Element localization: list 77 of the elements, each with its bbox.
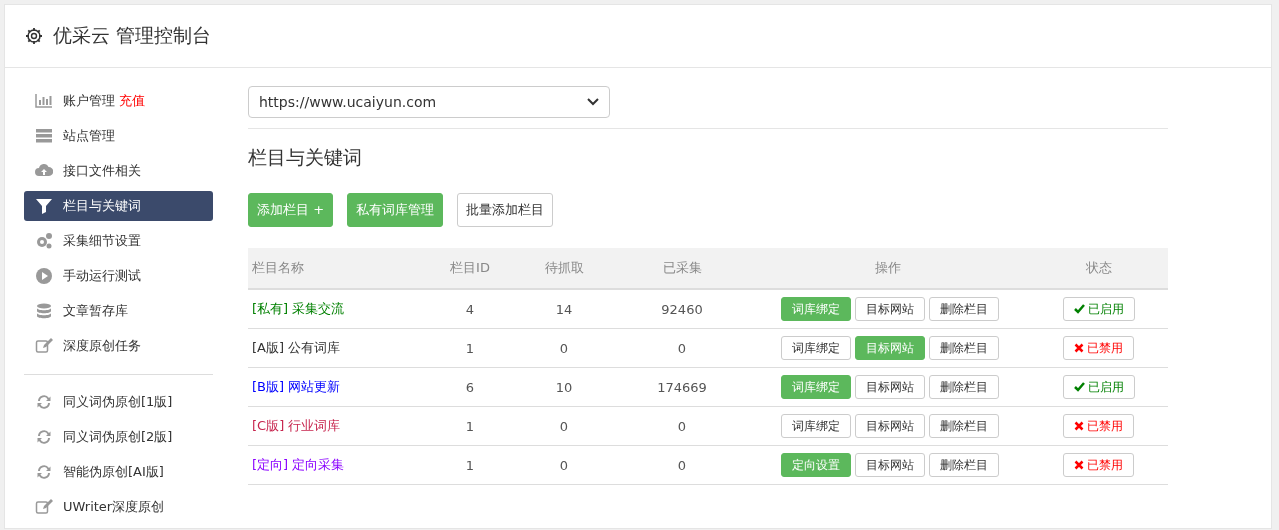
server-icon <box>35 127 53 145</box>
refresh-icon <box>35 463 53 481</box>
table-cell: 10 <box>511 367 617 407</box>
check-icon <box>1073 304 1085 314</box>
table-cell: [私有] 采集交流 <box>248 289 429 329</box>
refresh-icon <box>35 428 53 446</box>
filter-icon <box>35 197 53 215</box>
table-cell: [定向] 定向采集 <box>248 445 429 485</box>
chevron-down-icon <box>587 98 599 106</box>
table-cell: 174669 <box>617 367 747 407</box>
table-cell: 0 <box>617 445 747 485</box>
column-header: 状态 <box>1029 248 1168 289</box>
column-header: 已采集 <box>617 248 747 289</box>
table-cell: 0 <box>511 406 617 446</box>
table-cell: 1 <box>429 406 511 446</box>
column-header: 栏目ID <box>429 248 511 289</box>
table-cell: 6 <box>429 367 511 407</box>
refresh-icon <box>35 393 53 411</box>
status-button[interactable]: 已启用 <box>1062 375 1135 399</box>
sidebar-item[interactable]: UWriter深度原创 <box>24 492 213 522</box>
sidebar-item[interactable]: 深度原创任务 <box>24 331 213 361</box>
column-header: 栏目名称 <box>248 248 429 289</box>
sidebar-item[interactable]: 站点管理 <box>24 121 213 151</box>
sidebar-item[interactable]: 同义词伪原创[2版] <box>24 422 213 452</box>
column-header: 待抓取 <box>511 248 617 289</box>
database-icon <box>35 302 53 320</box>
cross-icon <box>1074 343 1084 353</box>
sidebar-item[interactable]: 智能伪原创[AI版] <box>24 457 213 487</box>
gears-icon <box>35 232 53 250</box>
action-button[interactable]: 删除栏目 <box>929 336 999 360</box>
table-cell: 4 <box>429 289 511 329</box>
table-cell: 0 <box>617 406 747 446</box>
edit-icon <box>35 337 53 355</box>
status-button[interactable]: 已禁用 <box>1063 336 1134 360</box>
action-button[interactable]: 词库绑定 <box>781 336 851 360</box>
action-button[interactable]: 词库绑定 <box>781 414 851 438</box>
table-cell: 0 <box>511 445 617 485</box>
section-title: 栏目与关键词 <box>248 145 363 170</box>
table-cell: 1 <box>429 328 511 368</box>
sidebar-item[interactable]: 采集细节设置 <box>24 226 213 256</box>
sidebar-item[interactable]: 文章暂存库 <box>24 296 213 326</box>
action-button[interactable]: 目标网站 <box>855 297 925 321</box>
play-icon <box>35 267 53 285</box>
table-cell: 92460 <box>617 289 747 329</box>
status-button[interactable]: 已启用 <box>1062 297 1135 321</box>
page-title: 优采云 管理控制台 <box>53 23 212 48</box>
action-button[interactable]: 删除栏目 <box>929 297 999 321</box>
action-button[interactable]: 删除栏目 <box>929 414 999 438</box>
toolbar-button[interactable]: 批量添加栏目 <box>457 193 554 227</box>
sidebar-item[interactable]: 栏目与关键词 <box>24 191 213 221</box>
action-button[interactable]: 删除栏目 <box>929 375 999 399</box>
table-cell: [B版] 网站更新 <box>248 367 429 407</box>
table-cell: 14 <box>511 289 617 329</box>
sidebar-item[interactable]: 账户管理 充值 <box>24 86 213 116</box>
cross-icon <box>1074 421 1084 431</box>
recharge-link[interactable]: 充值 <box>119 92 145 110</box>
sidebar-item[interactable]: 手动运行测试 <box>24 261 213 291</box>
action-button[interactable]: 删除栏目 <box>929 453 999 477</box>
table-cell: [C版] 行业词库 <box>248 406 429 446</box>
bar-chart-icon <box>35 92 53 110</box>
check-icon <box>1073 382 1085 392</box>
edit-icon <box>35 498 53 516</box>
table-cell: [A版] 公有词库 <box>248 328 429 368</box>
cross-icon <box>1074 460 1084 470</box>
sidebar-item[interactable]: 接口文件相关 <box>24 156 213 186</box>
table-cell: 0 <box>511 328 617 368</box>
action-button[interactable]: 目标网站 <box>855 453 925 477</box>
action-button[interactable]: 目标网站 <box>855 375 925 399</box>
table-cell: 0 <box>617 328 747 368</box>
status-button[interactable]: 已禁用 <box>1063 453 1134 477</box>
site-select[interactable]: https://www.ucaiyun.com <box>248 86 610 118</box>
sidebar-item[interactable]: 同义词伪原创[1版] <box>24 387 213 417</box>
table-cell: 1 <box>429 445 511 485</box>
status-button[interactable]: 已禁用 <box>1063 414 1134 438</box>
action-button[interactable]: 目标网站 <box>855 414 925 438</box>
column-header: 操作 <box>747 248 1029 289</box>
settings-icon <box>25 27 43 45</box>
